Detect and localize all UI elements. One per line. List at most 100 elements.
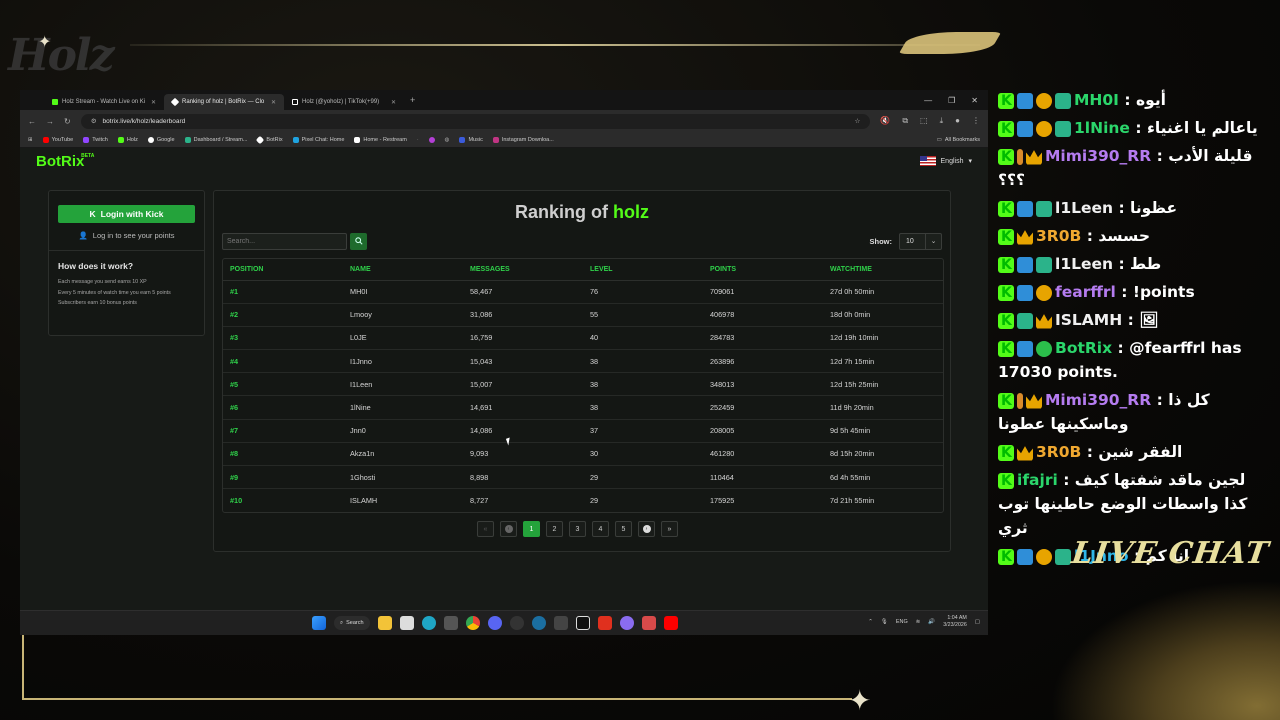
chat-username[interactable]: Mimi390_RR: [1045, 391, 1151, 409]
taskbar-search[interactable]: ⌕ Search: [334, 616, 370, 630]
login-with-kick-button[interactable]: K Login with Kick: [58, 205, 195, 223]
table-cell: 12d 15h 25min: [823, 372, 943, 397]
page-button[interactable]: 1: [523, 521, 540, 537]
close-icon[interactable]: ✕: [271, 99, 276, 106]
column-header[interactable]: MESSAGES: [463, 259, 583, 281]
volume-icon[interactable]: 🔊: [928, 619, 935, 625]
windows-start-icon[interactable]: [312, 616, 326, 630]
edge-icon[interactable]: [421, 616, 436, 630]
botrix-logo[interactable]: BotRix BETA: [36, 153, 94, 170]
stream-overlay: Holz ✦ ✦ Holz Stream - Watch Live on Ki …: [0, 0, 1280, 720]
chat-username[interactable]: l1Leen: [1055, 199, 1113, 217]
column-header[interactable]: WATCHTIME: [823, 259, 943, 281]
first-page-button[interactable]: «: [477, 521, 494, 537]
page-button[interactable]: 2: [546, 521, 563, 537]
restore-icon[interactable]: ❐: [948, 96, 955, 105]
table-cell: 15,043: [463, 349, 583, 374]
bookmark-music[interactable]: Music: [459, 136, 483, 143]
page-button[interactable]: 4: [592, 521, 609, 537]
extensions-puzzle-icon[interactable]: ⬚: [920, 116, 928, 126]
chat-username[interactable]: Mimi390_RR: [1045, 147, 1151, 165]
search-button[interactable]: [350, 232, 367, 250]
gold-splash-decoration: [1050, 580, 1280, 720]
last-page-button[interactable]: »: [661, 521, 678, 537]
bookmark-star-icon[interactable]: ☆: [855, 117, 861, 125]
notification-icon[interactable]: ▢: [975, 619, 980, 625]
bookmark-globe-icon[interactable]: ◍: [445, 137, 450, 143]
bookmark-misc-icon[interactable]: ·: [417, 137, 419, 143]
chat-username[interactable]: 3R0B: [1036, 443, 1081, 461]
file-explorer-icon[interactable]: [377, 616, 392, 630]
page-button[interactable]: 5: [615, 521, 632, 537]
bookmark-instagram[interactable]: Instagram Downloa...: [492, 136, 554, 143]
steam-icon[interactable]: [531, 616, 546, 630]
chat-username[interactable]: fearffrl: [1055, 283, 1116, 301]
close-icon[interactable]: ✕: [151, 99, 156, 106]
download-icon[interactable]: ⤓: [940, 116, 944, 126]
profile-avatar-icon[interactable]: ●: [955, 116, 960, 126]
all-bookmarks[interactable]: ▭ All Bookmarks: [937, 137, 980, 143]
extension-icon[interactable]: ⧉: [902, 116, 908, 126]
forward-icon[interactable]: →: [46, 117, 54, 126]
bookmark-holz[interactable]: Holz: [117, 136, 138, 143]
bookmark-botrix[interactable]: BotRix: [256, 135, 283, 144]
app-icon[interactable]: [641, 616, 656, 630]
keyboard-icon[interactable]: [553, 616, 568, 630]
column-header[interactable]: POSITION: [223, 259, 343, 281]
capcut-icon[interactable]: [575, 616, 590, 630]
minimize-icon[interactable]: —: [924, 96, 932, 105]
chat-username[interactable]: MH0I: [1074, 91, 1119, 109]
bookmark-dashboard[interactable]: Dashboard / Stream...: [184, 136, 247, 143]
table-cell: MH0I: [343, 280, 463, 304]
next-page-button[interactable]: ›: [638, 521, 655, 537]
column-header[interactable]: NAME: [343, 259, 463, 281]
chrome-icon[interactable]: [465, 616, 480, 630]
chat-username[interactable]: ISLAMH: [1055, 311, 1122, 329]
reload-icon[interactable]: ↻: [64, 117, 71, 126]
chat-username[interactable]: l1Leen: [1055, 255, 1113, 273]
search-icon: ⌕: [340, 619, 344, 626]
browser-tab-kick[interactable]: Holz Stream - Watch Live on Ki ✕: [44, 94, 164, 110]
back-icon[interactable]: ←: [28, 117, 36, 126]
bookmark-restream[interactable]: Home - Restream: [354, 136, 407, 143]
page-size-select[interactable]: 10 ⌄: [899, 232, 942, 250]
address-bar[interactable]: ⚙ botrix.live/k/holz/leaderboard ☆: [80, 113, 871, 129]
search-input[interactable]: [222, 232, 347, 250]
browser-tab-botrix[interactable]: Ranking of holz | BotRix — Clo ✕: [164, 94, 284, 110]
bookmark-twitch[interactable]: Twitch: [83, 136, 108, 143]
table-cell: 29: [583, 465, 703, 490]
chevron-up-icon[interactable]: ⌃: [868, 619, 873, 625]
calculator-icon[interactable]: [443, 616, 458, 630]
mute-icon[interactable]: 🔇: [880, 116, 890, 126]
close-icon[interactable]: ✕: [391, 99, 396, 106]
wifi-icon[interactable]: ≋: [916, 619, 921, 625]
obs-icon[interactable]: [509, 616, 524, 630]
chat-username[interactable]: ifajri: [1017, 471, 1058, 489]
prev-page-button[interactable]: ‹: [500, 521, 517, 537]
discord-icon[interactable]: [487, 616, 502, 630]
bookmark-google[interactable]: Google: [147, 136, 175, 143]
close-window-icon[interactable]: ✕: [971, 96, 978, 105]
youtube-icon[interactable]: [663, 616, 678, 630]
app-icon[interactable]: [619, 616, 634, 630]
bookmark-avatar-icon[interactable]: [428, 136, 435, 143]
chat-username[interactable]: BotRix: [1055, 339, 1112, 357]
page-button[interactable]: 3: [569, 521, 586, 537]
apps-grid-icon[interactable]: ⊞: [28, 137, 33, 143]
bookmark-youtube[interactable]: YouTube: [42, 136, 73, 143]
browser-tab-tiktok[interactable]: Holz (@yoholz) | TikTok(+99) ✕: [284, 94, 404, 110]
column-header[interactable]: LEVEL: [583, 259, 703, 281]
language-indicator[interactable]: ENG: [896, 619, 908, 625]
column-header[interactable]: POINTS: [703, 259, 823, 281]
microphone-icon[interactable]: 🎙: [881, 619, 888, 625]
language-selector[interactable]: English ▾: [919, 156, 972, 166]
store-icon[interactable]: [399, 616, 414, 630]
chat-username[interactable]: 3R0B: [1036, 227, 1081, 245]
menu-icon[interactable]: ⋮: [972, 116, 980, 126]
chat-username[interactable]: 1lNine: [1074, 119, 1130, 137]
clock[interactable]: 1:04 AM 3/23/2026: [943, 615, 967, 629]
new-tab-button[interactable]: +: [410, 95, 415, 105]
site-info-icon[interactable]: ⚙: [91, 117, 97, 125]
bookmark-pixel-chat[interactable]: Pixel Chat: Home: [292, 136, 344, 143]
adobe-icon[interactable]: [597, 616, 612, 630]
